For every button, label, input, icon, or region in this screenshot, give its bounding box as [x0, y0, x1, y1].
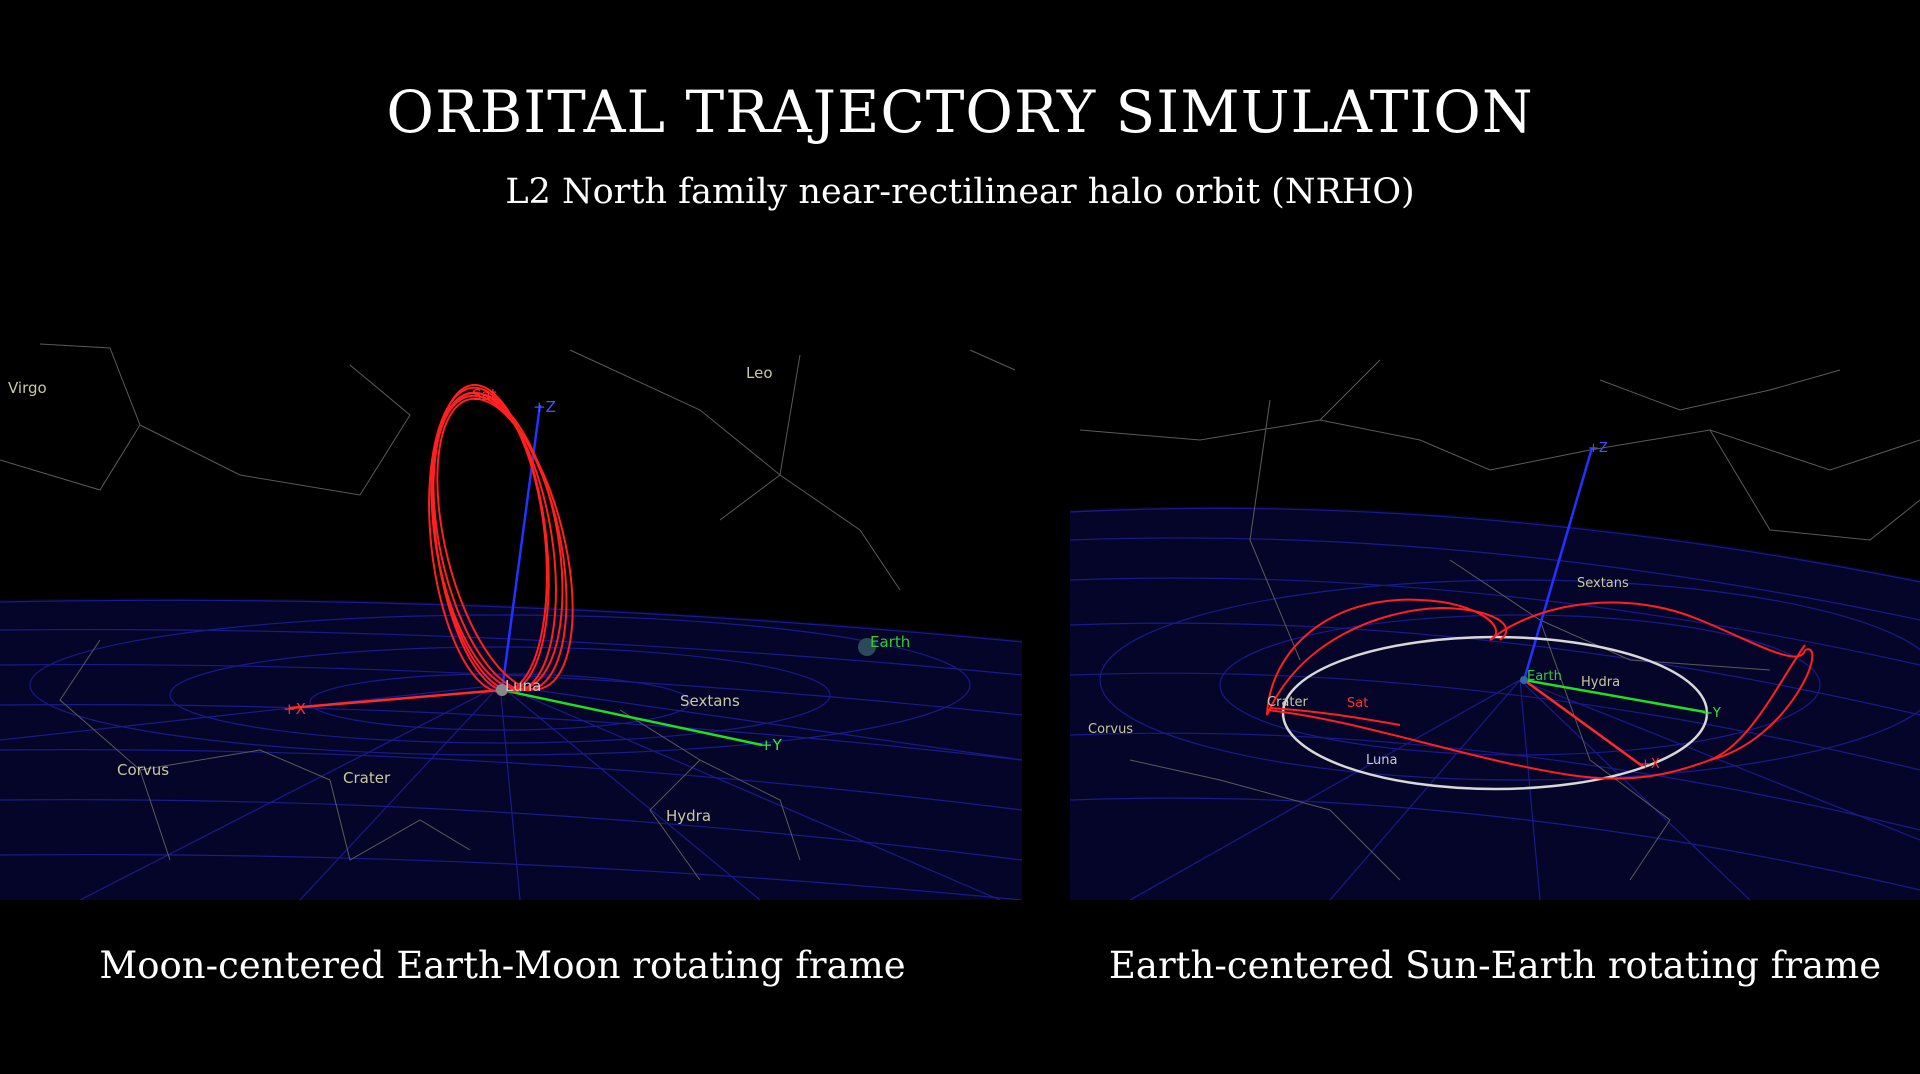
- grid-plane: [1069, 506, 1920, 901]
- moon-centered-view: Sat +Z +X +Y Luna Earth Virgo Leo Sextan…: [0, 340, 1023, 901]
- constellation-virgo: Virgo: [8, 379, 47, 397]
- constellation-sextans: Sextans: [680, 692, 740, 710]
- constellation-leo: Leo: [746, 364, 773, 382]
- left-panel-caption: Moon-centered Earth-Moon rotating frame: [99, 944, 906, 987]
- earth-centered-view: +Z +Y +X Earth Luna Sat Sextans Hydra Co…: [1069, 340, 1920, 901]
- constellation-sextans: Sextans: [1577, 576, 1629, 591]
- constellation-corvus: Corvus: [117, 761, 169, 779]
- constellation-hydra: Hydra: [1581, 675, 1620, 690]
- right-panel-caption: Earth-centered Sun-Earth rotating frame: [1108, 944, 1882, 987]
- page-title: ORBITAL TRAJECTORY SIMULATION: [386, 78, 1534, 146]
- luna-label: Luna: [1366, 753, 1397, 768]
- sat-label: Sat: [472, 386, 497, 404]
- page-subtitle: L2 North family near-rectilinear halo or…: [505, 172, 1415, 212]
- z-axis-label: +Z: [533, 398, 556, 416]
- earth-label: Earth: [1527, 669, 1562, 684]
- constellation-crater: Crater: [343, 769, 391, 787]
- x-axis-label: +X: [283, 700, 306, 718]
- x-axis-label: +X: [1640, 757, 1660, 772]
- earth-label: Earth: [870, 633, 910, 651]
- constellation-hydra: Hydra: [666, 807, 711, 825]
- y-axis-label: +Y: [760, 736, 783, 754]
- constellation-corvus: Corvus: [1088, 722, 1133, 737]
- z-axis-label: +Z: [1588, 441, 1608, 456]
- sat-label: Sat: [1347, 696, 1368, 711]
- luna-label: Luna: [505, 677, 541, 695]
- constellation-crater: Crater: [1267, 695, 1308, 710]
- y-axis-label: +Y: [1702, 706, 1721, 721]
